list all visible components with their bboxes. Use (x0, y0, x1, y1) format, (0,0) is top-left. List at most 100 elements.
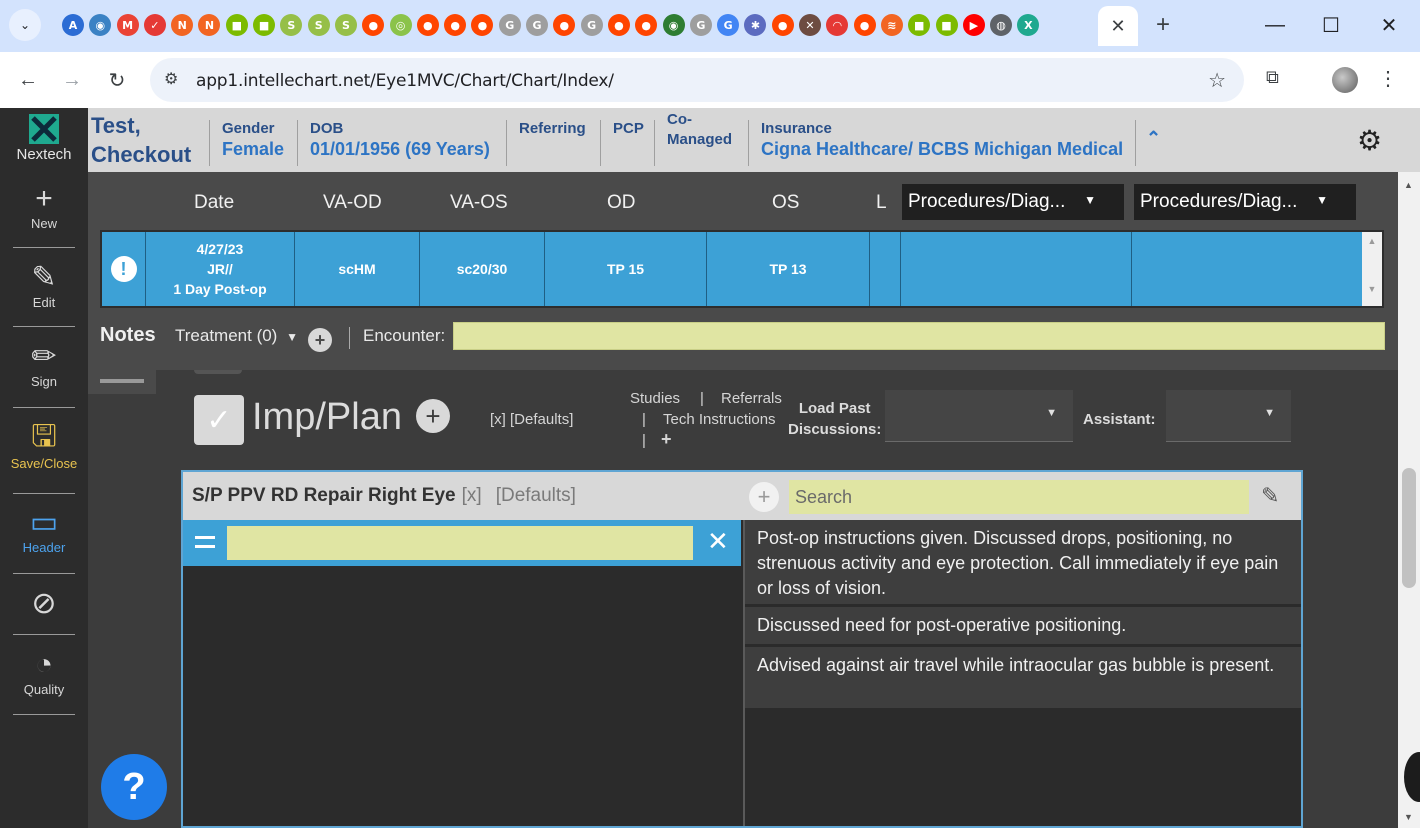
address-bar[interactable]: ⚙ app1.intellechart.net/Eye1MVC/Chart/Ch… (150, 58, 1244, 102)
site-info-icon[interactable]: ⚙ (164, 69, 178, 89)
bookmark-star-icon[interactable]: ☆ (1208, 68, 1226, 93)
pinned-tab-favicon[interactable]: S (280, 14, 303, 36)
referrals-link[interactable]: Referrals (721, 390, 782, 407)
tech-instructions-link[interactable]: Tech Instructions (663, 411, 776, 428)
scroll-up-icon[interactable]: ▲ (1404, 180, 1413, 190)
pinned-tab-favicon[interactable]: ● (553, 14, 576, 36)
pinned-tab-favicon[interactable]: G (580, 14, 603, 36)
pinned-tab-favicon[interactable]: ◉ (89, 14, 112, 36)
scroll-down-icon[interactable]: ▼ (1362, 284, 1382, 294)
selected-instruction-row[interactable]: ✕ (183, 520, 741, 566)
sidebar-compass-button[interactable]: ⊘ (0, 587, 88, 621)
sidebar-save-close-button[interactable]: 🖫 Save/Close (0, 420, 88, 471)
patient-name[interactable]: Test, Checkout (91, 111, 191, 169)
pinned-tab-favicon[interactable]: G (498, 14, 521, 36)
procedures-cell-1[interactable] (901, 232, 1132, 306)
pinned-tab-favicon[interactable]: ≋ (880, 14, 903, 36)
instruction-search-input[interactable]: Search (789, 480, 1249, 514)
pinned-tab-favicon[interactable]: ◉ (662, 14, 685, 36)
encounter-input[interactable] (453, 322, 1385, 350)
url-text[interactable]: app1.intellechart.net/Eye1MVC/Chart/Char… (196, 71, 614, 91)
browser-menu-icon[interactable]: ⋮ (1378, 66, 1398, 91)
diagnosis-title[interactable]: S/P PPV RD Repair Right Eye [x] [Defaults] (192, 485, 576, 507)
pinned-tab-favicon[interactable]: ■ (225, 14, 248, 36)
procedures-diag-dropdown-2[interactable]: Procedures/Diag... ▼ (1134, 184, 1356, 220)
pinned-tab-favicon[interactable]: ● (853, 14, 876, 36)
pinned-tab-favicon[interactable]: ■ (253, 14, 276, 36)
add-treatment-button[interactable]: + (308, 328, 332, 352)
pinned-tab-favicon[interactable]: ● (471, 14, 494, 36)
alert-icon[interactable]: ! (110, 256, 137, 282)
pinned-tab-favicon[interactable]: ■ (908, 14, 931, 36)
minimize-button[interactable]: — (1260, 10, 1290, 40)
scrollbar-thumb[interactable] (1402, 468, 1416, 588)
add-link-plus-icon[interactable]: + (661, 429, 672, 450)
date-cell[interactable]: 4/27/23 JR// 1 Day Post-op (146, 232, 295, 306)
back-button[interactable]: ← (12, 64, 44, 96)
edit-pencil-icon[interactable]: ✎ (1261, 483, 1279, 509)
add-instruction-button[interactable]: + (749, 482, 779, 512)
maximize-button[interactable]: ☐ (1316, 10, 1346, 40)
page-scrollbar[interactable]: ▲ ▼ (1398, 172, 1420, 828)
referring-field[interactable]: Referring (519, 120, 586, 137)
reload-button[interactable]: ↻ (101, 64, 133, 96)
pinned-tab-favicon[interactable]: A (62, 14, 84, 36)
remove-diagnosis-link[interactable]: [x] (462, 485, 482, 506)
sidebar-new-button[interactable]: + New (0, 182, 88, 231)
pinned-tab-favicon[interactable]: ✕ (799, 14, 822, 36)
pinned-tab-favicon[interactable]: ◎ (389, 14, 412, 36)
scroll-down-icon[interactable]: ▼ (1404, 812, 1413, 822)
pinned-tab-favicon[interactable]: ● (362, 14, 385, 36)
pinned-tab-favicon[interactable]: N (171, 14, 194, 36)
procedures-cell-2[interactable] (1132, 232, 1362, 306)
add-imp-plan-button[interactable]: + (416, 399, 450, 433)
settings-gear-icon[interactable]: ⚙ (1357, 124, 1382, 157)
imp-plan-defaults-link[interactable]: [x] [Defaults] (490, 411, 573, 428)
procedures-diag-dropdown-1[interactable]: Procedures/Diag... ▼ (902, 184, 1124, 220)
active-tab-close-button[interactable]: ✕ (1098, 6, 1138, 46)
va-os-cell[interactable]: sc20/30 (420, 232, 545, 306)
drag-handle-icon[interactable] (195, 536, 215, 548)
exam-row[interactable]: ! 4/27/23 JR// 1 Day Post-op scHM sc20/3… (100, 230, 1384, 308)
l-cell[interactable] (870, 232, 901, 306)
treatment-dropdown[interactable]: Treatment (0) ▼ (175, 326, 298, 346)
pinned-tab-favicon[interactable]: ● (607, 14, 630, 36)
instruction-text-input[interactable] (227, 526, 693, 560)
sidebar-edit-button[interactable]: ✎ Edit (0, 261, 88, 310)
profile-avatar[interactable] (1332, 67, 1358, 93)
alert-cell[interactable]: ! (102, 232, 146, 306)
instruction-option[interactable]: Advised against air travel while intraoc… (745, 647, 1301, 711)
sidebar-sign-button[interactable]: ✏ Sign (0, 340, 88, 389)
help-button[interactable]: ? (101, 754, 167, 820)
pinned-tab-favicon[interactable]: G (717, 14, 740, 36)
pinned-tab-favicon[interactable]: X (1017, 14, 1040, 36)
pcp-field[interactable]: PCP (613, 120, 644, 137)
assistant-select[interactable]: ▼ (1166, 390, 1291, 442)
pinned-tab-favicon[interactable]: G (526, 14, 549, 36)
forward-button[interactable]: → (56, 64, 88, 96)
extensions-puzzle-icon[interactable]: ⧉ (1266, 67, 1292, 93)
pinned-tab-favicon[interactable]: ◠ (826, 14, 849, 36)
collapse-header-chevron-up-icon[interactable]: ⌃ (1146, 128, 1161, 149)
pinned-tab-favicon[interactable]: ◍ (990, 14, 1013, 36)
pinned-tab-favicon[interactable]: ● (771, 14, 794, 36)
pinned-tab-favicon[interactable]: S (307, 14, 330, 36)
od-cell[interactable]: TP 15 (545, 232, 707, 306)
os-cell[interactable]: TP 13 (707, 232, 870, 306)
pinned-tab-favicon[interactable]: ● (635, 14, 658, 36)
pinned-tab-favicon[interactable]: ▶ (962, 14, 985, 36)
imp-plan-checkbox[interactable]: ✓ (194, 395, 244, 445)
instruction-option[interactable]: Discussed need for post-operative positi… (745, 607, 1301, 647)
pinned-tab-favicon[interactable]: G (689, 14, 712, 36)
pinned-tab-favicon[interactable]: ✓ (143, 14, 166, 36)
scroll-up-icon[interactable]: ▲ (1362, 236, 1382, 246)
close-window-button[interactable]: ✕ (1374, 10, 1404, 40)
new-tab-button[interactable]: + (1150, 11, 1176, 38)
pinned-tab-favicon[interactable]: S (334, 14, 357, 36)
va-od-cell[interactable]: scHM (295, 232, 420, 306)
instruction-option[interactable]: Post-op instructions given. Discussed dr… (745, 520, 1301, 607)
sidebar-header-button[interactable]: ▭ Header (0, 506, 88, 555)
diagnosis-defaults-link[interactable]: [Defaults] (496, 485, 576, 506)
studies-link[interactable]: Studies (630, 390, 680, 407)
tab-search-chevron-icon[interactable]: ⌄ (9, 9, 41, 41)
